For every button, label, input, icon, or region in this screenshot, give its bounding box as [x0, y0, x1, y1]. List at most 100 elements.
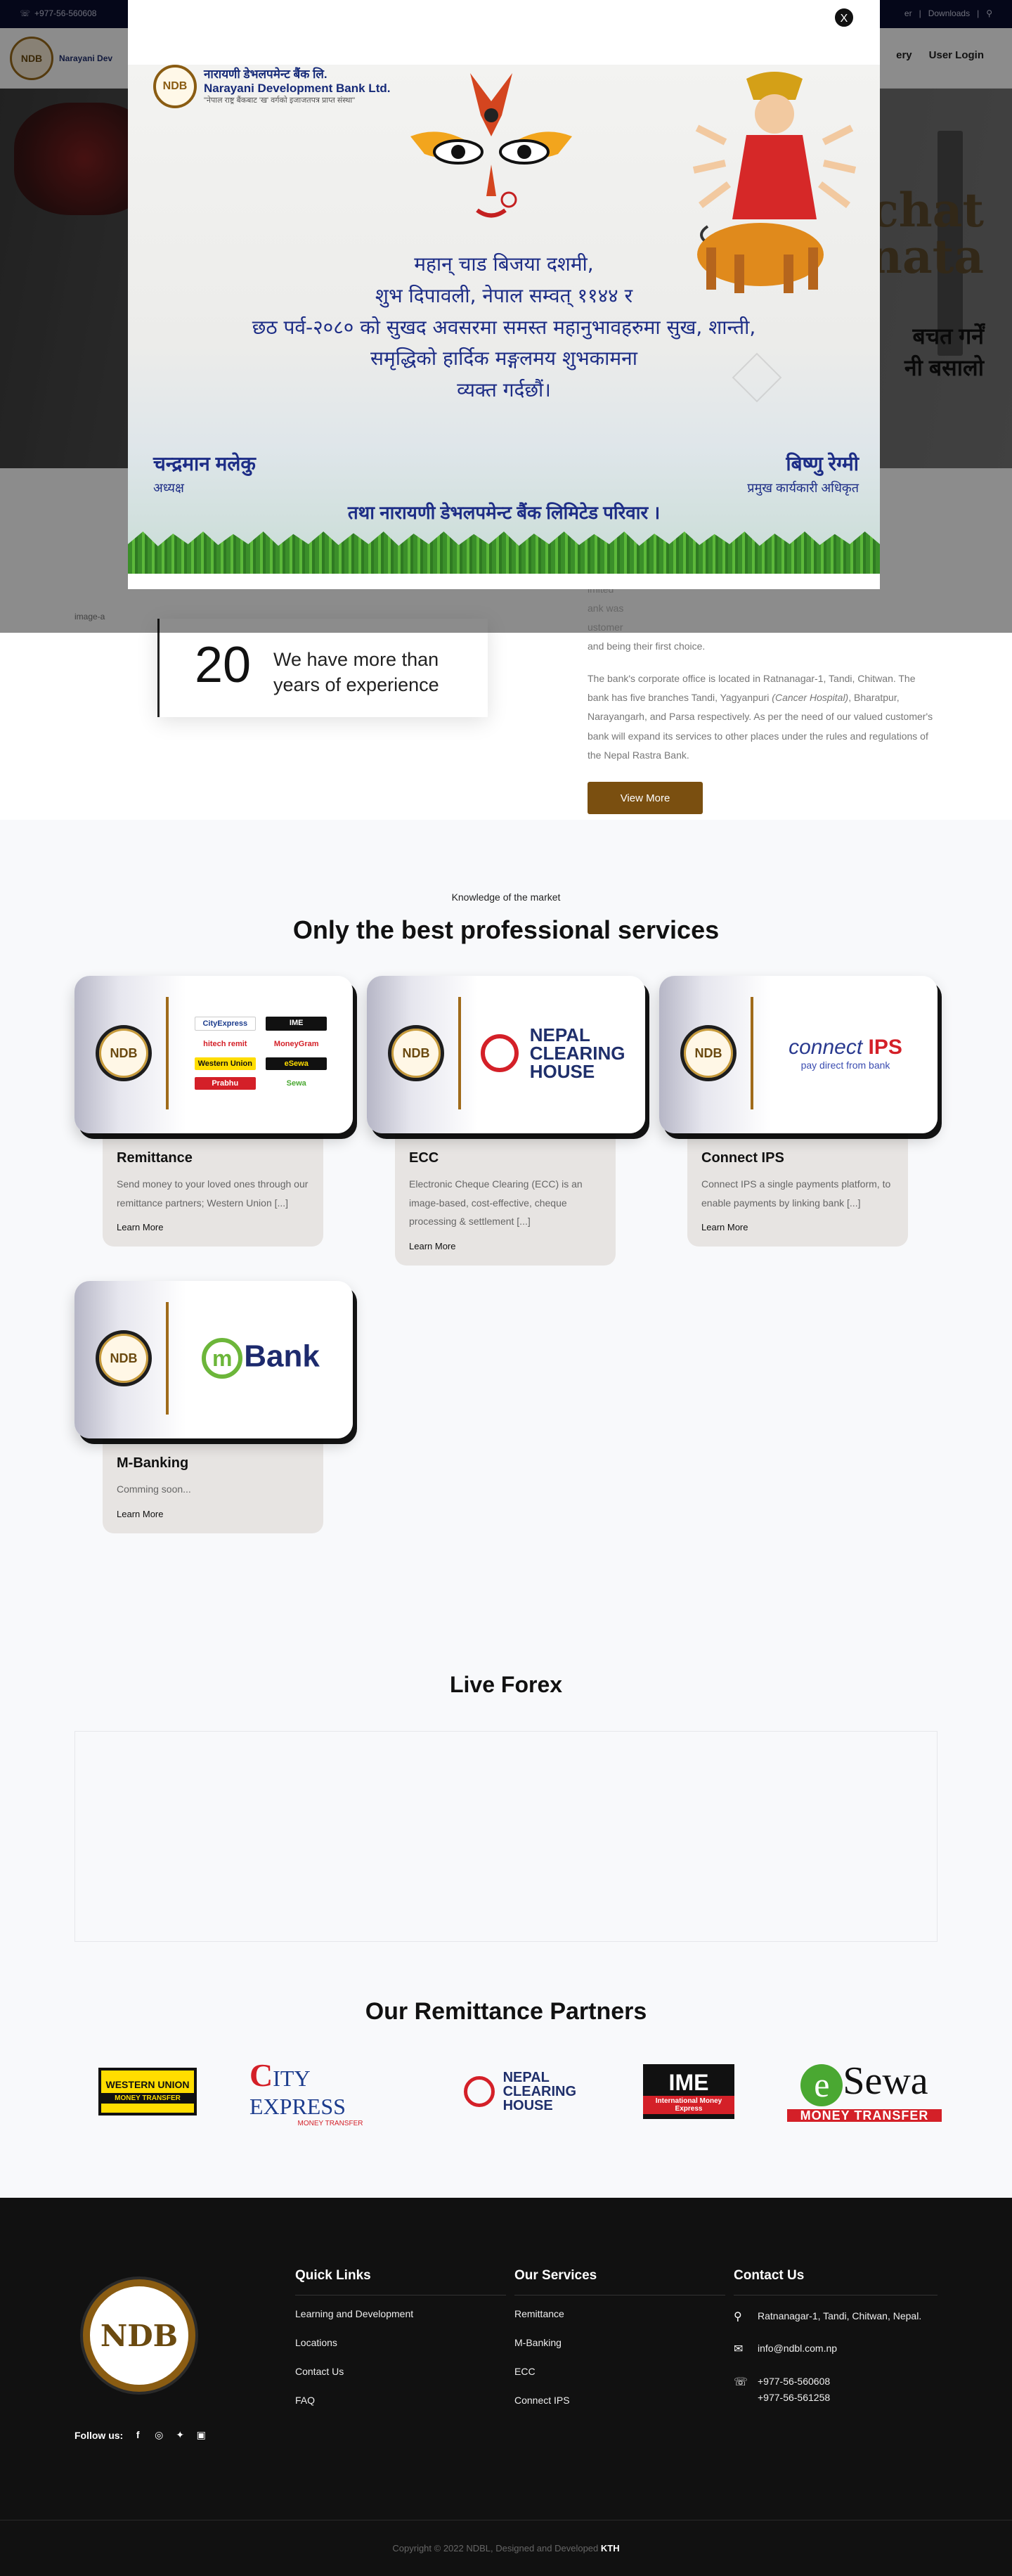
service-desc: Electronic Cheque Clearing (ECC) is an i…	[409, 1178, 583, 1228]
logo-hitech: hitech remit	[203, 1040, 247, 1048]
greeting-line-2: शुभ दिपावली, नेपाल सम्वत् ११४४ र	[375, 283, 633, 307]
partners-title: Our Remittance Partners	[365, 1998, 647, 2025]
footer-link[interactable]: FAQ	[295, 2395, 506, 2406]
forex-widget	[74, 1731, 938, 1942]
service-desc: Connect IPS a single payments platform, …	[701, 1178, 891, 1209]
developer-link[interactable]: KTH	[601, 2543, 620, 2554]
partner-western-union[interactable]: WESTERN UNION MONEY TRANSFER	[98, 2060, 197, 2123]
service-divider	[458, 997, 461, 1109]
footer-link[interactable]: M-Banking	[514, 2337, 725, 2348]
experience-card: 20 We have more than years of experience	[157, 619, 488, 717]
footer-our-services: Our Services Remittance M-Banking ECC Co…	[514, 2268, 725, 2423]
ncl-logo: NEPAL CLEARING HOUSE	[481, 1026, 625, 1081]
contact-title: Contact Us	[734, 2268, 938, 2295]
logo-cityexpress: CityExpress	[194, 1017, 256, 1031]
wu-name: WESTERN UNION	[105, 2078, 190, 2090]
poster-bank-en: Narayani Development Bank Ltd.	[204, 82, 391, 96]
view-more-button[interactable]: View More	[588, 782, 703, 814]
service-divider	[751, 997, 753, 1109]
service-divider	[166, 1302, 169, 1415]
follow-us: Follow us: f ◎ ✦ ▣	[74, 2429, 207, 2442]
partner-nepal-clearing-house[interactable]: NEPAL CLEARING HOUSE	[464, 2060, 590, 2123]
ndb-seal-icon: NDB	[96, 1330, 152, 1386]
services-kicker: Knowledge of the market	[451, 891, 561, 903]
contact-phone[interactable]: ☏ +977-56-560608 +977-56-561258	[734, 2374, 938, 2406]
ips-tagline: pay direct from bank	[800, 1060, 890, 1071]
partners-row: WESTERN UNION MONEY TRANSFER CITY EXPRES…	[98, 2053, 942, 2130]
ime-sub: International Money Express	[643, 2095, 734, 2114]
ndb-seal-icon: NDB	[96, 1025, 152, 1081]
learn-more-link[interactable]: Learn More	[701, 1222, 894, 1232]
ceo-name: बिष्णु रेग्मी	[786, 453, 859, 475]
service-image: NDB CityExpress IME hitech remit MoneyGr…	[74, 976, 353, 1133]
chairman-title: अध्यक्ष	[153, 481, 184, 495]
ncl-logo-icon: NEPAL CLEARING HOUSE	[464, 2071, 590, 2113]
footer-link[interactable]: Learning and Development	[295, 2308, 506, 2319]
service-name: ECC	[409, 1150, 439, 1166]
ncl-word-1: NEPAL	[502, 2070, 550, 2085]
nepal-clearing-house-icon: NEPAL CLEARING HOUSE	[472, 1004, 634, 1102]
logo-ime: IME	[266, 1017, 327, 1031]
ime-name: IME	[668, 2069, 709, 2095]
mail-icon: ✉	[734, 2343, 744, 2356]
ncl-ring-icon	[481, 1034, 519, 1072]
follow-label: Follow us:	[74, 2430, 124, 2441]
service-name: M-Banking	[117, 1455, 189, 1471]
esewa-name: Sewa	[843, 2059, 928, 2104]
greeting-line-3: छठ पर्व-२०८० को सुखद अवसरमा समस्त महानुभ…	[252, 315, 756, 339]
contact-email[interactable]: ✉ info@ndbl.com.np	[734, 2340, 938, 2359]
partner-ime[interactable]: IME International Money Express	[643, 2060, 734, 2123]
instagram-icon[interactable]: ◎	[153, 2429, 165, 2442]
quick-links-title: Quick Links	[295, 2268, 506, 2295]
ime-logo-icon: IME International Money Express	[643, 2064, 734, 2119]
mbank-icon: m Bank	[180, 1309, 342, 1408]
footer-link[interactable]: Connect IPS	[514, 2395, 725, 2406]
footer-logo[interactable]: NDB	[83, 2279, 195, 2392]
mbank-word: Bank	[244, 1339, 320, 1374]
twitter-icon[interactable]: ✦	[174, 2429, 186, 2442]
partner-city-express[interactable]: CITY EXPRESS MONEY TRANSFER	[249, 2057, 411, 2127]
poster-bank-np: नारायणी डेभलपमेन्ट बैंक लि.	[204, 67, 327, 82]
service-divider	[166, 997, 169, 1109]
copyright-bar: Copyright © 2022 NDBL, Designed and Deve…	[0, 2520, 1012, 2576]
modal-close-button[interactable]: X	[833, 7, 855, 28]
footer-link[interactable]: ECC	[514, 2366, 725, 2377]
logo-moneygram: MoneyGram	[273, 1040, 319, 1048]
chairman-name: चन्द्रमान मलेकु	[153, 453, 256, 475]
esewa-sub: MONEY TRANSFER	[787, 2108, 942, 2122]
poster-bank-tag: "नेपाल राष्ट्र बैंकबाट 'ख' वर्गको इजाजतप…	[204, 96, 356, 105]
wu-sub: MONEY TRANSFER	[101, 2093, 194, 2104]
ncl-word-3: HOUSE	[529, 1061, 595, 1082]
contact-address-text: Ratnanagar-1, Tandi, Chitwan, Nepal.	[758, 2310, 922, 2321]
poster-signature-left: चन्द्रमान मलेकु अध्यक्ष	[153, 450, 256, 496]
city-express-logo-icon: CITY EXPRESS MONEY TRANSFER	[249, 2056, 411, 2127]
ndb-seal-icon: NDB	[388, 1025, 444, 1081]
footer-link[interactable]: Contact Us	[295, 2366, 506, 2377]
service-name: Remittance	[117, 1150, 193, 1166]
footer-link[interactable]: Locations	[295, 2337, 506, 2348]
learn-more-link[interactable]: Learn More	[117, 1509, 309, 1519]
quick-links-list: Learning and Development Locations Conta…	[295, 2308, 506, 2406]
partner-esewa[interactable]: e Sewa MONEY TRANSFER	[787, 2060, 942, 2123]
service-image: NDB m Bank	[74, 1281, 353, 1438]
greeting-line-1: महान् चाड बिजया दशमी,	[414, 252, 594, 276]
ncl-word-2: CLEARING	[502, 2084, 577, 2099]
learn-more-link[interactable]: Learn More	[117, 1222, 309, 1232]
service-desc: Comming soon...	[117, 1483, 191, 1495]
phone-icon: ☏	[734, 2376, 748, 2388]
contact-email-text: info@ndbl.com.np	[758, 2343, 838, 2355]
city-sub: MONEY TRANSFER	[297, 2119, 363, 2127]
about-para-2-italic: (Cancer Hospital)	[772, 692, 849, 704]
connect-ips-icon: connect IPS pay direct from bank	[765, 1004, 926, 1102]
facebook-icon[interactable]: f	[131, 2429, 144, 2442]
contact-address: ⚲ Ratnanagar-1, Tandi, Chitwan, Nepal.	[734, 2308, 938, 2326]
remittance-logo-grid: CityExpress IME hitech remit MoneyGram W…	[194, 1017, 327, 1090]
connect-ips-logo: connect IPS pay direct from bank	[789, 1036, 902, 1071]
learn-more-link[interactable]: Learn More	[409, 1241, 602, 1251]
logo-western-union: Western Union	[194, 1057, 256, 1070]
footer-link[interactable]: Remittance	[514, 2308, 725, 2319]
about-para-1-end: and being their first choice.	[588, 640, 706, 652]
contact-list: ⚲ Ratnanagar-1, Tandi, Chitwan, Nepal. ✉…	[734, 2308, 938, 2406]
our-services-list: Remittance M-Banking ECC Connect IPS	[514, 2308, 725, 2406]
linkedin-icon[interactable]: ▣	[195, 2429, 207, 2442]
